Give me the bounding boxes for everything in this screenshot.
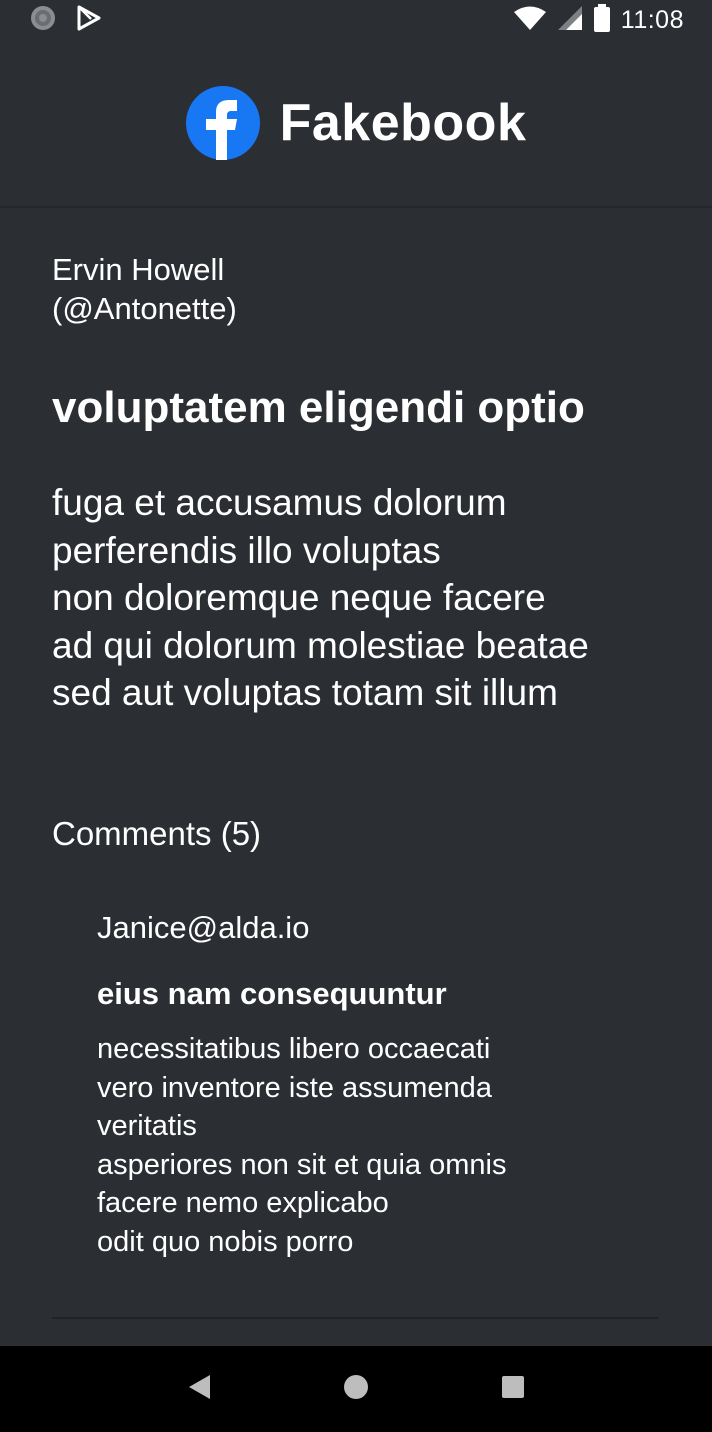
- comment-body: necessitatibus libero occaecati vero inv…: [97, 1033, 507, 1258]
- comment-email: Janice@alda.io: [97, 910, 310, 945]
- back-icon: [186, 1373, 212, 1406]
- wifi-icon: [513, 5, 547, 36]
- signal-icon: [557, 5, 583, 36]
- post-author-handle: (@Antonette): [52, 291, 237, 326]
- comment-title: eius nam consequuntur: [97, 976, 447, 1011]
- status-time: 11:08: [620, 5, 684, 34]
- battery-icon: [593, 3, 611, 37]
- back-button[interactable]: [169, 1359, 229, 1419]
- comments-heading: Comments (5): [52, 815, 262, 852]
- home-icon: [342, 1373, 370, 1406]
- post-body: fuga et accusamus dolorum perferendis il…: [52, 482, 589, 713]
- post-title: voluptatem eligendi optio: [52, 383, 585, 432]
- comment-item: Janice@alda.io eius nam consequuntur nec…: [97, 906, 657, 1261]
- app-screen: 11:08 Fakebook Ervin Howell (@Antonette)…: [0, 0, 712, 1432]
- home-button[interactable]: [326, 1359, 386, 1419]
- status-bar: 11:08: [0, 0, 712, 40]
- app-title: Fakebook: [279, 94, 527, 152]
- post-author-name: Ervin Howell: [52, 252, 225, 287]
- status-right: 11:08: [513, 3, 684, 37]
- navigation-bar: [0, 1346, 712, 1432]
- recents-icon: [500, 1374, 526, 1405]
- post: Ervin Howell (@Antonette) voluptatem eli…: [52, 250, 672, 717]
- comment-divider: [52, 1317, 658, 1319]
- play-store-icon: [76, 5, 102, 36]
- status-left: [30, 5, 102, 36]
- fakebook-logo-icon: [185, 86, 260, 160]
- app-header: Fakebook: [0, 40, 712, 208]
- sync-icon: [30, 5, 56, 36]
- post-author: Ervin Howell (@Antonette): [52, 250, 672, 328]
- recents-button[interactable]: [483, 1359, 543, 1419]
